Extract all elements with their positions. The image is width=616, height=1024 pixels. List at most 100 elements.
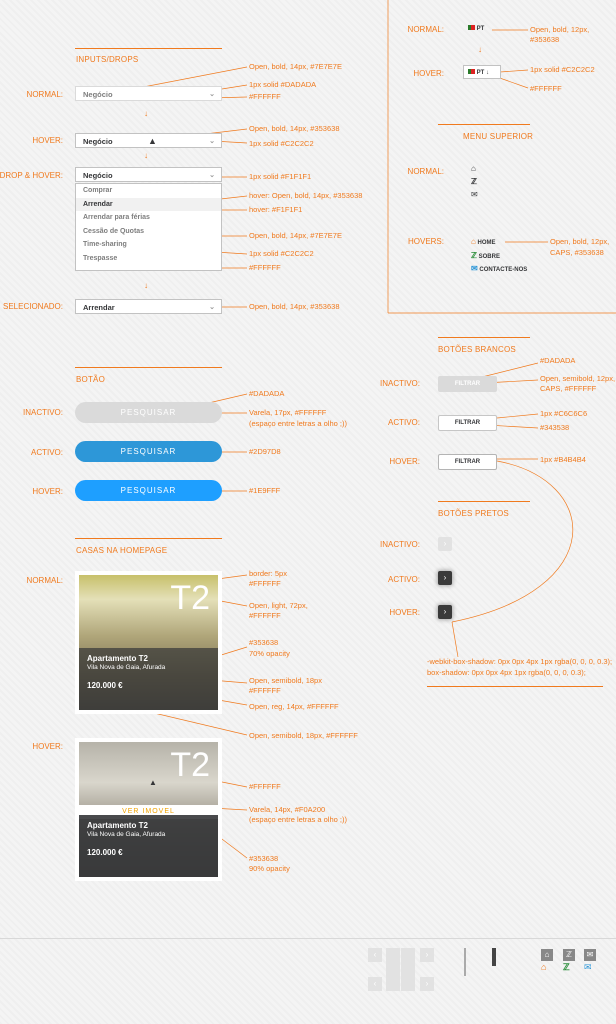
property-photo: T2 ▲ VER IMOVEL Apartamento T2 Vila Nova…	[79, 742, 218, 877]
lang-normal-label: NORMAL:	[407, 25, 444, 34]
inputs-hover-label: HOVER:	[32, 136, 63, 145]
note: Open, bold, 14px, #353638	[249, 302, 340, 311]
button-title-rule	[75, 367, 222, 368]
inputs-selected-label: SELECIONADO:	[2, 302, 63, 311]
dropdown-normal[interactable]: Negócio ⌄	[75, 86, 222, 101]
mail-icon[interactable]: ✉	[584, 962, 592, 973]
home-icon[interactable]: ⌂	[541, 949, 553, 961]
black-active-label: ACTIVO:	[387, 575, 420, 584]
dropdown-option[interactable]: Arrendar para férias	[76, 211, 221, 225]
note: CAPS, #353638	[550, 248, 604, 257]
arrow-down-icon: ↓	[144, 109, 148, 118]
button-active-label: ACTIVO:	[30, 448, 63, 457]
note: hover: #F1F1F1	[249, 205, 303, 214]
dropdown-option[interactable]: Trespasse	[76, 252, 221, 266]
arrow-down-icon: ↓	[144, 281, 148, 290]
dropdown-selected[interactable]: Arrendar ⌄	[75, 299, 222, 314]
chevron-right-icon: ›	[443, 539, 447, 548]
note: CAPS, #FFFFFF	[540, 384, 597, 393]
scrollbar-track[interactable]	[464, 948, 466, 976]
home-icon[interactable]: ⌂	[541, 962, 546, 972]
arrow-button-active[interactable]: ›	[438, 571, 452, 585]
dropdown-option[interactable]: Comprar	[76, 184, 221, 198]
dropdown-hover-value: Negócio	[83, 137, 113, 146]
language-selector-normal[interactable]: PT	[468, 25, 484, 32]
chevron-down-icon: ⌄	[209, 91, 215, 98]
sobre-icon[interactable]: ℤ	[563, 949, 575, 961]
pagination-block[interactable]	[401, 948, 415, 991]
note: #343538	[540, 423, 570, 432]
white-active-label: ACTIVO:	[387, 418, 420, 427]
menu-item-label: HOME	[477, 240, 496, 246]
note: 1px solid #C2C2C2	[249, 249, 314, 258]
chevron-down-icon: ⌄	[209, 304, 215, 311]
white-inactive-label: INACTIVO:	[379, 379, 420, 388]
property-name: Apartamento T2	[87, 821, 148, 830]
note: #DADADA	[540, 356, 576, 365]
cursor-icon: ▲	[148, 136, 157, 146]
search-button-active[interactable]: PESQUISAR	[75, 441, 222, 462]
note: Open, semibold, 18px, #FFFFFF	[249, 731, 358, 740]
black-inactive-label: INACTIVO:	[379, 540, 420, 549]
dropdown-option[interactable]: Time-sharing	[76, 238, 221, 252]
cursor-icon: ▲	[149, 778, 157, 787]
sobre-icon[interactable]: ℤ	[563, 962, 570, 973]
search-button-inactive[interactable]: PESQUISAR	[75, 402, 222, 423]
button-hover-label: HOVER:	[32, 487, 63, 496]
note: Varela, 17px, #FFFFFF	[249, 408, 327, 417]
note: #1E9FFF	[249, 486, 281, 495]
search-button-hover[interactable]: PESQUISAR	[75, 480, 222, 501]
note: (espaço entre letras a olho ;))	[249, 815, 347, 824]
menu-item-home[interactable]: ⌂ HOME	[471, 237, 496, 246]
note: hover: Open, bold, 14px, #353638	[249, 191, 363, 200]
note: #FFFFFF	[249, 263, 281, 272]
dropdown-open[interactable]: Negócio ⌄	[75, 167, 222, 182]
sobre-icon[interactable]: ℤ	[471, 177, 477, 186]
white-hover-label: HOVER:	[389, 457, 420, 466]
pagination-next-icon[interactable]: ›	[420, 948, 434, 962]
language-code: PT	[476, 70, 485, 76]
pagination-block[interactable]	[386, 948, 400, 991]
note: #FFFFFF	[249, 611, 281, 620]
property-card-normal[interactable]: T2 Apartamento T2 Vila Nova de Gaia, Afu…	[75, 571, 222, 714]
dropdown-option[interactable]: Cessão de Quotas	[76, 225, 221, 239]
menu-hovers-label: HOVERS:	[407, 237, 444, 246]
scrollbar-thumb[interactable]	[492, 948, 496, 966]
mail-icon[interactable]: ✉	[471, 190, 478, 199]
property-card-hover[interactable]: T2 ▲ VER IMOVEL Apartamento T2 Vila Nova…	[75, 738, 222, 881]
note: Open, light, 72px,	[249, 601, 308, 610]
note: #353638	[249, 638, 279, 647]
black-buttons-title-rule	[438, 501, 530, 502]
filter-button-hover[interactable]: FILTRAR	[438, 454, 497, 470]
lang-hover-label: HOVER:	[413, 69, 444, 78]
property-photo: T2 Apartamento T2 Vila Nova de Gaia, Afu…	[79, 575, 218, 710]
pagination-prev-icon[interactable]: ‹	[368, 948, 382, 962]
note: #353638	[249, 854, 279, 863]
note: #FFFFFF	[249, 579, 281, 588]
menu-item-sobre[interactable]: ℤ SOBRE	[471, 251, 500, 260]
arrow-button-hover[interactable]: ›	[438, 605, 452, 619]
property-typology: T2	[170, 746, 210, 784]
dropdown-option-hovered[interactable]: Arrendar	[76, 197, 221, 212]
pagination-prev-icon[interactable]: ‹	[368, 977, 382, 991]
sobre-icon: ℤ	[471, 251, 477, 260]
home-icon[interactable]: ⌂	[471, 164, 476, 173]
mail-icon: ✉	[471, 264, 478, 273]
filter-button-active[interactable]: FILTRAR	[438, 415, 497, 431]
note: #353638	[530, 35, 560, 44]
note: Open, bold, 14px, #353638	[249, 124, 340, 133]
filter-button-inactive[interactable]: FILTRAR	[438, 376, 497, 392]
white-buttons-section-title: BOTÕES BRANCOS	[438, 345, 516, 354]
language-selector-hover[interactable]: PT ↓	[463, 65, 501, 79]
menu-section-title: MENU SUPERIOR	[463, 132, 534, 141]
property-name: Apartamento T2	[87, 654, 148, 663]
mail-icon[interactable]: ✉	[584, 949, 596, 961]
menu-item-contacte[interactable]: ✉ CONTACTE-NOS	[471, 264, 527, 273]
houses-section-title: CASAS NA HOMEPAGE	[76, 546, 168, 555]
note: Open, semibold, 18px	[249, 676, 322, 685]
note: Open, bold, 12px,	[550, 237, 610, 246]
pagination-next-icon[interactable]: ›	[420, 977, 434, 991]
note: 70% opacity	[249, 649, 290, 658]
chevron-down-icon: ↓	[486, 70, 490, 76]
arrow-button-inactive[interactable]: ›	[438, 537, 452, 551]
